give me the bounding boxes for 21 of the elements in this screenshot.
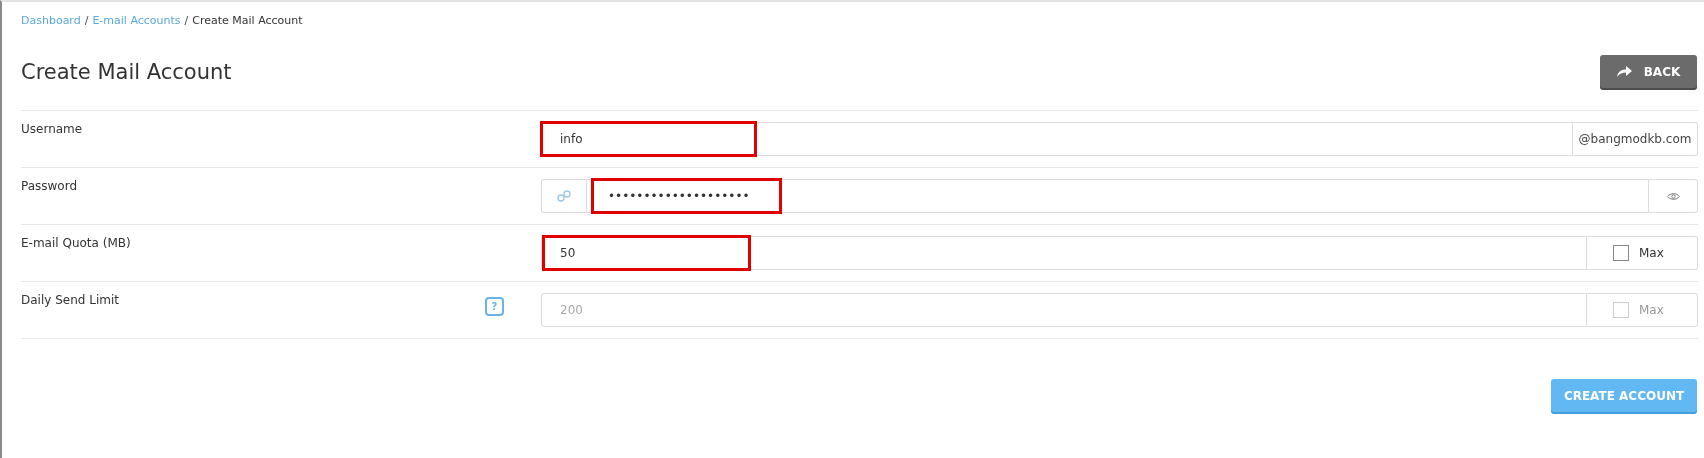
- breadcrumb-link[interactable]: E-mail Accounts: [92, 14, 181, 27]
- eye-icon: [1666, 191, 1680, 201]
- current-page-label: Create Mail Account: [192, 14, 303, 27]
- field-label: Username: [21, 122, 83, 136]
- share-arrow-icon: [1616, 66, 1632, 77]
- domain-suffix: @bangmodkb.com: [1573, 122, 1698, 156]
- page-title: Create Mail Account: [21, 59, 232, 84]
- field-label: Password: [21, 179, 78, 193]
- back-button[interactable]: BACK: [1600, 55, 1697, 88]
- max-label: Max: [1639, 303, 1664, 317]
- max-label: Max: [1639, 246, 1664, 260]
- show-password-button[interactable]: [1649, 179, 1698, 213]
- breadcrumb-separator: /: [84, 14, 89, 27]
- password-field[interactable]: ••••••••••••••••••••: [586, 179, 1649, 213]
- max-checkbox[interactable]: [1613, 245, 1629, 261]
- key-icon: [541, 179, 586, 213]
- input-field[interactable]: 50: [541, 236, 1587, 270]
- field-label: Daily Send Limit: [21, 293, 119, 307]
- field-label: E-mail Quota (MB): [21, 236, 131, 250]
- breadcrumb-separator: /: [184, 14, 189, 27]
- breadcrumb-link[interactable]: Dashboard: [21, 14, 81, 27]
